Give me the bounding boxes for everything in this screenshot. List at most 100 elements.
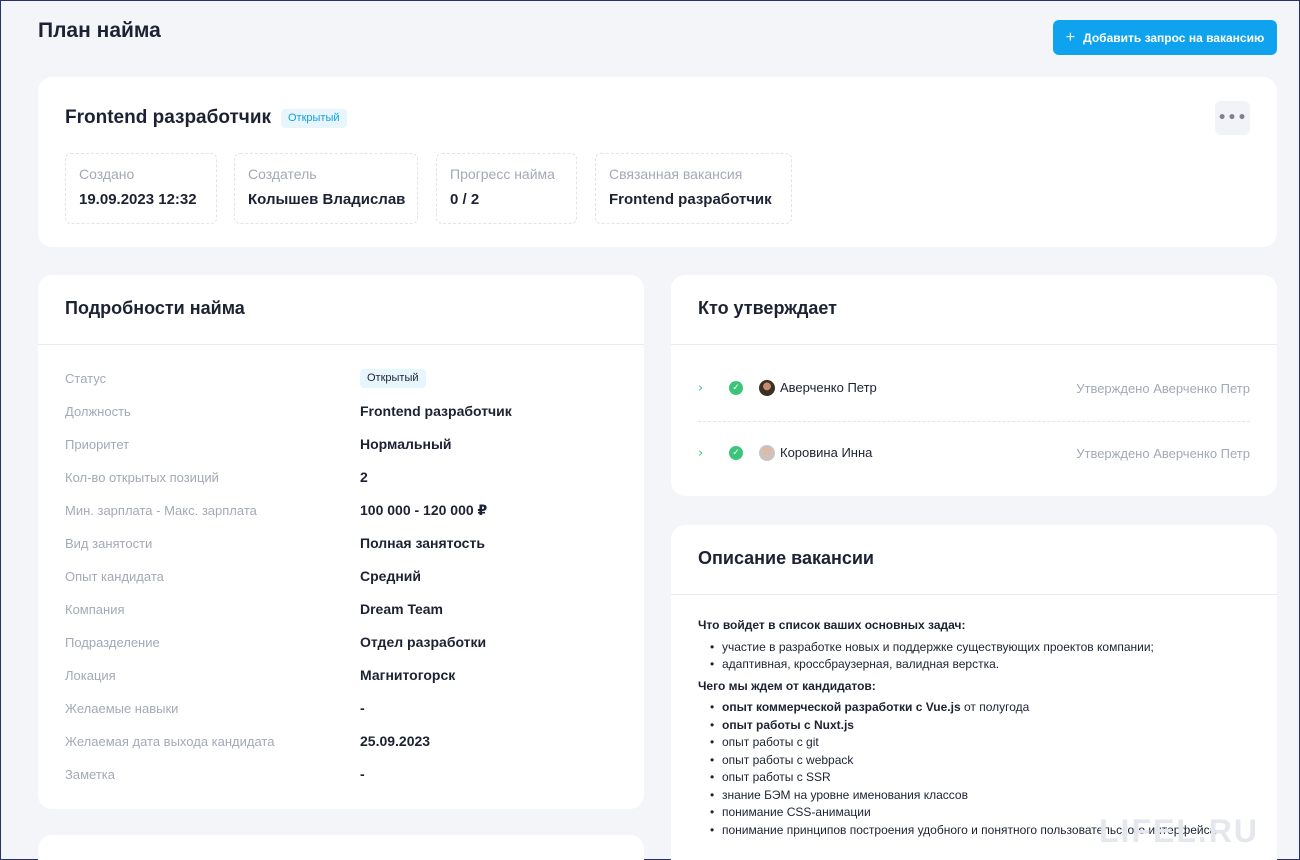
add-vacancy-request-label: Добавить запрос на вакансию: [1083, 30, 1265, 45]
tasks-heading: Что войдет в список ваших основных задач…: [698, 618, 966, 632]
avatar: [759, 445, 775, 461]
list-item-bold: опыт коммерческой разработки с Vue.js: [722, 700, 961, 714]
check-circle-icon: ✓: [729, 446, 743, 460]
detail-row: Вид занятости Полная занятость: [65, 534, 625, 554]
status-badge: Открытый: [281, 109, 347, 128]
plus-icon: +: [1065, 28, 1076, 46]
approver-name: Аверченко Петр: [780, 380, 877, 395]
list-item: опыт работы с webpack: [710, 752, 1250, 770]
chevron-right-icon[interactable]: ›: [698, 381, 703, 396]
list-item: участие в разработке новых и поддержке с…: [710, 639, 1250, 657]
detail-row: Желаемая дата выхода кандидата 25.09.202…: [65, 732, 625, 752]
detail-value: 100 000 - 120 000 ₽: [360, 502, 488, 518]
list-item-text: знание БЭМ на уровне именования классов: [722, 787, 968, 802]
detail-label: Кол-во открытых позиций: [65, 470, 219, 485]
hiring-details-title: Подробности найма: [38, 275, 644, 345]
info-label: Связанная вакансия: [609, 166, 743, 182]
check-circle-icon: ✓: [729, 381, 743, 395]
detail-label: Вид занятости: [65, 536, 153, 551]
detail-value: 25.09.2023: [360, 733, 431, 749]
approvers-card: Кто утверждает › ✓ Аверченко Петр Утверж…: [671, 275, 1277, 496]
list-item: знание БЭМ на уровне именования классов: [710, 787, 1250, 805]
info-value: 19.09.2023 12:32: [79, 191, 197, 208]
info-creator: Создатель Колышев Владислав: [234, 153, 418, 224]
vacancy-description-card: Описание вакансии Что войдет в список ва…: [671, 525, 1277, 860]
approver-row[interactable]: › ✓ Коровина Инна Утверждено Аверченко П…: [698, 443, 1250, 463]
detail-value: Полная занятость: [360, 535, 485, 551]
detail-label: Заметка: [65, 767, 115, 782]
detail-label: Подразделение: [65, 635, 160, 650]
avatar: [759, 380, 775, 396]
more-icon: •••: [1217, 110, 1248, 126]
approvers-title: Кто утверждает: [671, 275, 1277, 345]
detail-row: Должность Frontend разработчик: [65, 402, 625, 422]
detail-value: 2: [360, 469, 368, 485]
approval-status: Утверждено Аверченко Петр: [1076, 446, 1250, 461]
next-card: [38, 835, 644, 860]
detail-value: Магнитогорск: [360, 667, 456, 683]
info-value: 0 / 2: [450, 191, 480, 208]
info-linked-vacancy: Связанная вакансия Frontend разработчик: [595, 153, 792, 224]
list-item: опыт работы с Nuxt.js: [710, 717, 1250, 735]
approval-status: Утверждено Аверченко Петр: [1076, 381, 1250, 396]
watermark: LIFEL.RU: [1099, 813, 1259, 849]
divider: [698, 421, 1250, 422]
vacancy-description-title: Описание вакансии: [671, 525, 1277, 595]
list-item-bold: опыт работы с Nuxt.js: [722, 717, 854, 732]
status-badge: Открытый: [360, 369, 426, 388]
detail-label: Приоритет: [65, 437, 130, 452]
detail-row-status: Статус Открытый: [65, 369, 625, 389]
detail-row: Компания Dream Team: [65, 600, 625, 620]
add-vacancy-request-button[interactable]: + Добавить запрос на вакансию: [1053, 20, 1277, 55]
detail-value: Dream Team: [360, 601, 444, 617]
vacancy-title: Frontend разработчик: [65, 107, 272, 128]
detail-row: Подразделение Отдел разработки: [65, 633, 625, 653]
info-progress: Прогресс найма 0 / 2: [436, 153, 577, 224]
detail-value: -: [360, 700, 365, 716]
list-item-text: от полугода: [960, 700, 1030, 714]
detail-label: Мин. зарплата - Макс. зарплата: [65, 503, 257, 518]
vacancy-summary-card: Frontend разработчик Открытый ••• Создан…: [38, 77, 1277, 247]
detail-row: Заметка -: [65, 765, 625, 785]
list-item-text: понимание CSS-анимации: [722, 805, 871, 819]
detail-label: Опыт кандидата: [65, 569, 164, 584]
detail-label: Желаемая дата выхода кандидата: [65, 734, 275, 749]
list-item: опыт коммерческой разработки с Vue.js от…: [710, 699, 1250, 717]
list-item: опыт работы с SSR: [710, 769, 1250, 787]
tasks-list: участие в разработке новых и поддержке с…: [698, 639, 1250, 674]
detail-row: Локация Магнитогорск: [65, 666, 625, 686]
detail-label: Должность: [65, 404, 131, 419]
detail-value: Frontend разработчик: [360, 403, 512, 419]
detail-row: Приоритет Нормальный: [65, 435, 625, 455]
chevron-right-icon[interactable]: ›: [698, 446, 703, 461]
expectations-heading: Чего мы ждем от кандидатов:: [698, 678, 876, 693]
detail-row: Кол-во открытых позиций 2: [65, 468, 625, 488]
detail-value: Средний: [360, 568, 422, 584]
detail-label: Статус: [65, 371, 107, 386]
detail-row: Опыт кандидата Средний: [65, 567, 625, 587]
list-item-text: опыт работы с SSR: [722, 770, 831, 784]
detail-label: Компания: [65, 602, 125, 617]
info-label: Создатель: [248, 166, 317, 182]
info-value: Frontend разработчик: [609, 191, 772, 208]
detail-label: Локация: [65, 668, 116, 683]
detail-value: Отдел разработки: [360, 634, 487, 650]
description-body: Что войдет в список ваших основных задач…: [671, 595, 1277, 839]
detail-row: Желаемые навыки -: [65, 699, 625, 719]
approver-row[interactable]: › ✓ Аверченко Петр Утверждено Аверченко …: [698, 378, 1250, 398]
list-item: адаптивная, кроссбраузерная, валидная ве…: [710, 656, 1250, 674]
page-title: План найма: [38, 19, 161, 42]
detail-value: -: [360, 766, 365, 782]
detail-value: Нормальный: [360, 436, 452, 452]
list-item-text: опыт работы с webpack: [722, 752, 854, 767]
approver-name: Коровина Инна: [780, 445, 873, 460]
detail-label: Желаемые навыки: [65, 701, 179, 716]
list-item: опыт работы с git: [710, 734, 1250, 752]
hiring-details-card: Подробности найма Статус Открытый Должно…: [38, 275, 644, 809]
info-created: Создано 19.09.2023 12:32: [65, 153, 217, 224]
more-options-button[interactable]: •••: [1215, 101, 1250, 135]
info-value: Колышев Владислав: [248, 191, 406, 208]
list-item-text: опыт работы с git: [722, 735, 819, 749]
info-label: Создано: [79, 166, 135, 182]
info-label: Прогресс найма: [450, 166, 555, 182]
